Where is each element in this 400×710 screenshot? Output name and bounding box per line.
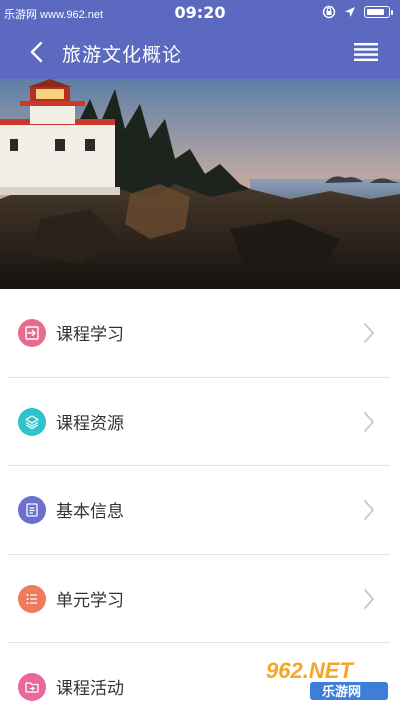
login-arrow-icon: [18, 319, 46, 347]
hamburger-menu-icon[interactable]: [354, 42, 378, 62]
watermark-logo: 962.NET 乐游网: [266, 658, 388, 700]
menu-item-basic-info[interactable]: 基本信息: [0, 466, 400, 555]
menu-item-label: 单元学习: [56, 590, 124, 611]
page-title: 旅游文化概论: [62, 44, 183, 66]
location-icon: [345, 7, 355, 17]
menu-item-course-resources[interactable]: 课程资源: [0, 378, 400, 466]
menu-list: 课程学习 课程资源 基本信息 单元学习 课程活动 962.NET 乐游网: [0, 289, 400, 710]
menu-item-label: 课程资源: [56, 413, 124, 434]
menu-item-label: 课程学习: [56, 325, 124, 345]
folder-icon: [18, 673, 46, 701]
chevron-right-icon: [364, 323, 374, 343]
watermark-logo-subtext: 乐游网: [322, 684, 361, 700]
banner-image: [0, 79, 400, 289]
menu-item-label: 基本信息: [56, 502, 124, 522]
document-icon: [18, 496, 46, 524]
nav-bar: 旅游文化概论: [0, 26, 400, 79]
status-icons: [322, 5, 393, 19]
chevron-left-icon[interactable]: [26, 40, 50, 64]
battery-icon: [364, 6, 393, 18]
rotation-lock-icon: [322, 5, 336, 19]
menu-item-course-study[interactable]: 课程学习: [0, 289, 400, 378]
menu-item-label: 课程活动: [56, 679, 124, 699]
chevron-right-icon: [364, 411, 374, 432]
chevron-right-icon: [364, 588, 374, 609]
chevron-right-icon: [364, 500, 374, 520]
menu-item-unit-study[interactable]: 单元学习: [0, 555, 400, 643]
status-bar: 乐游网 www.962.net 09:20: [0, 0, 400, 26]
layers-icon: [18, 407, 46, 436]
watermark-logo-text: 962.NET: [266, 658, 354, 683]
list-icon: [18, 584, 46, 613]
